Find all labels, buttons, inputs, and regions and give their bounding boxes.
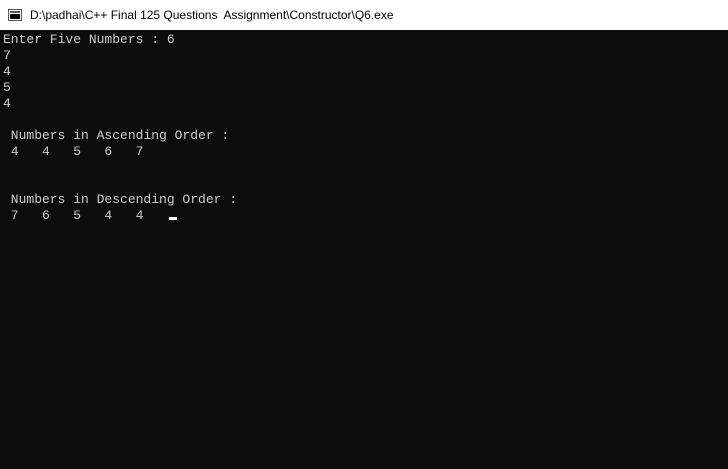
ascending-values: 4 4 5 6 7 (3, 144, 144, 159)
descending-heading: Numbers in Descending Order : (3, 192, 238, 207)
console-line-input: 5 (3, 80, 11, 95)
console-app-icon (8, 9, 22, 21)
descending-values: 7 6 5 4 4 (3, 208, 167, 223)
descending-line: 7 6 5 4 4 (3, 208, 728, 224)
ascending-heading: Numbers in Ascending Order : (3, 128, 230, 143)
console-output-area[interactable]: Enter Five Numbers : 6 7 4 5 4 Numbers i… (0, 30, 728, 469)
title-bar[interactable]: D:\padhai\C++ Final 125 Questions Assign… (0, 0, 728, 30)
console-window: D:\padhai\C++ Final 125 Questions Assign… (0, 0, 728, 469)
text-cursor (168, 217, 177, 220)
console-line-prompt: Enter Five Numbers : 6 (3, 32, 175, 47)
window-title: D:\padhai\C++ Final 125 Questions Assign… (30, 8, 394, 22)
console-line-input: 4 (3, 64, 11, 79)
console-line-input: 4 (3, 96, 11, 111)
console-line-input: 7 (3, 48, 11, 63)
